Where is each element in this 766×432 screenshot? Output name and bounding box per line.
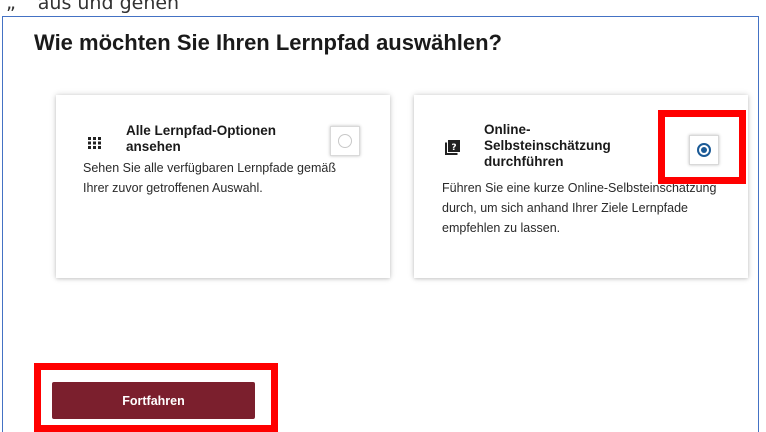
- radio-unchecked-icon: [338, 134, 352, 148]
- question-book-icon: ?: [445, 140, 460, 160]
- page-title: Wie möchten Sie Ihren Lernpfad auswählen…: [34, 30, 502, 55]
- option-title: Alle Lernpfad-Optionen ansehen: [126, 123, 276, 154]
- grid-icon: [88, 136, 101, 154]
- option-description: Führen Sie eine kurze Online-Selbsteinsc…: [442, 181, 717, 235]
- option-radio-all-paths[interactable]: [330, 126, 360, 156]
- option-description: Sehen Sie alle verfügbaren Lernpfade gem…: [83, 161, 336, 195]
- continue-button[interactable]: Fortfahren: [52, 382, 255, 419]
- snippet-text: „ “ aus und gehen: [6, 0, 180, 14]
- highlight-radio-annotation: [658, 110, 746, 184]
- option-card-all-paths[interactable]: Alle Lernpfad-Optionen ansehen Sehen Sie…: [56, 95, 390, 278]
- option-title: Online-Selbsteinschätzung durchführen: [484, 122, 611, 169]
- document-text-snippet: „ “ aus und gehen: [6, 0, 179, 14]
- svg-text:?: ?: [451, 143, 456, 153]
